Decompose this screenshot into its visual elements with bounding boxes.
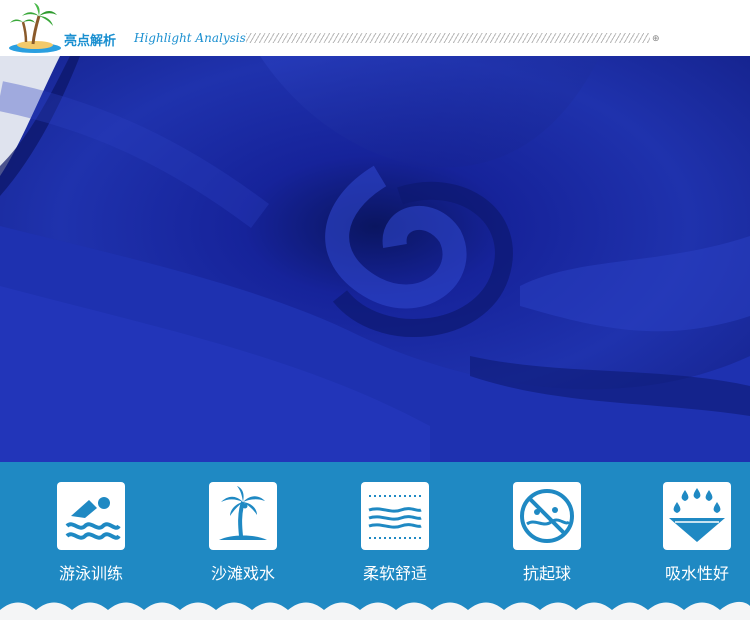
feature-absorbency: 吸水性好 — [642, 482, 750, 584]
header-title: 亮点解析 — [64, 34, 117, 49]
anti-pilling-icon — [513, 482, 581, 550]
feature-label: 游泳训练 — [58, 564, 123, 583]
fabric-closeup-image — [0, 56, 750, 462]
feature-label: 吸水性好 — [664, 564, 729, 583]
header-end-dot-icon: ⊕ — [652, 34, 660, 44]
feature-swimming: 游泳训练 — [36, 482, 146, 584]
feature-anti-pilling: 抗起球 — [492, 482, 602, 584]
feature-label: 沙滩戏水 — [210, 564, 275, 583]
feature-label: 抗起球 — [522, 564, 571, 583]
wave-border-decoration — [0, 601, 750, 620]
swimmer-icon — [57, 482, 125, 550]
header-subtitle: Highlight Analysis — [134, 31, 246, 45]
feature-label: 柔软舒适 — [362, 564, 427, 583]
palm-island-logo-icon — [9, 3, 61, 53]
palm-tree-island-icon — [209, 482, 277, 550]
header-divider-stripe — [246, 33, 650, 43]
features-band: 游泳训练 沙滩戏水 柔软舒适 抗起球 吸水性好 — [0, 462, 750, 620]
section-header: 亮点解析 Highlight Analysis ⊕ — [0, 0, 750, 56]
feature-beach: 沙滩戏水 — [188, 482, 298, 584]
feature-softness: 柔软舒适 — [340, 482, 450, 584]
soft-fabric-icon — [361, 482, 429, 550]
water-absorption-icon — [663, 482, 731, 550]
